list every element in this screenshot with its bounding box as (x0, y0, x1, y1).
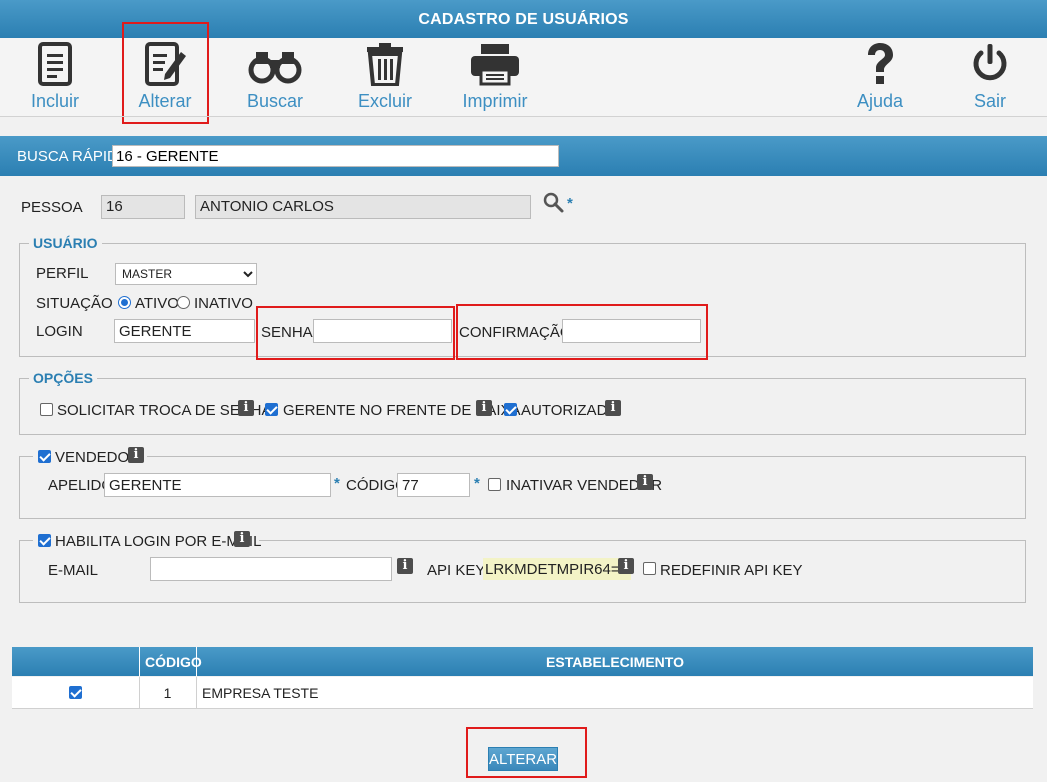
incluir-button[interactable]: Incluir (10, 38, 100, 116)
grid-header-estabelecimento[interactable]: ESTABELECIMENTO (197, 654, 1033, 670)
gerente-caixa-checkbox[interactable] (265, 403, 278, 416)
ajuda-label: Ajuda (856, 91, 904, 111)
opcoes-legend: OPÇÕES (29, 370, 97, 386)
info-icon[interactable]: i (238, 400, 254, 416)
imprimir-button[interactable]: Imprimir (450, 38, 540, 116)
excluir-button[interactable]: Excluir (340, 38, 430, 116)
inativar-vendedor-checkbox[interactable] (488, 478, 501, 491)
perfil-label: PERFIL (36, 265, 89, 282)
binoculars-icon (248, 52, 302, 84)
grid-header-codigo[interactable]: CÓDIGO (145, 654, 202, 670)
inativo-radio[interactable] (177, 296, 190, 309)
troca-senha-checkbox[interactable] (40, 403, 53, 416)
ajuda-button[interactable]: Ajuda (835, 38, 925, 116)
info-icon[interactable]: i (234, 531, 250, 547)
redefinir-apikey-label: REDEFINIR API KEY (660, 562, 803, 579)
pessoa-code-field: 16 (101, 195, 185, 219)
pessoa-label: PESSOA (21, 199, 83, 216)
help-icon (868, 43, 893, 84)
apikey-value: LRKMDETMPIR64=Z (483, 558, 631, 580)
info-icon[interactable]: i (618, 558, 634, 574)
info-icon[interactable]: i (637, 474, 653, 490)
row-divider (196, 677, 197, 709)
login-input[interactable] (114, 319, 255, 343)
autorizado-checkbox[interactable] (504, 403, 517, 416)
situacao-label: SITUAÇÃO (36, 295, 113, 312)
email-input[interactable] (150, 557, 392, 581)
row-codigo: 1 (163, 685, 172, 701)
email-label: E-MAIL (48, 562, 99, 579)
ativo-radio[interactable] (118, 296, 131, 309)
info-icon[interactable]: i (476, 400, 492, 416)
info-icon[interactable]: i (605, 400, 621, 416)
toolbar-divider (0, 116, 1047, 117)
highlight-confirmacao (456, 304, 708, 360)
inativo-label: INATIVO (194, 295, 253, 312)
pessoa-name-field: ANTONIO CARLOS (195, 195, 531, 219)
buscar-button[interactable]: Buscar (230, 38, 320, 116)
table-row[interactable]: 1 EMPRESA TESTE (12, 677, 1033, 709)
highlight-alterar-submit (466, 727, 587, 778)
row-select-checkbox[interactable] (69, 686, 82, 699)
email-login-checkbox[interactable] (38, 534, 51, 547)
imprimir-label: Imprimir (462, 91, 528, 111)
vendedor-legend: VENDEDOR i (33, 446, 147, 466)
vendedor-checkbox[interactable] (38, 450, 51, 463)
grid-header-divider (139, 647, 140, 676)
apelido-input[interactable] (104, 473, 331, 497)
email-legend: HABILITA LOGIN POR E-MAIL i (33, 530, 262, 550)
search-icon[interactable] (542, 192, 566, 214)
redefinir-apikey-checkbox[interactable] (643, 562, 656, 575)
buscar-label: Buscar (246, 91, 304, 111)
apikey-label: API KEY (427, 562, 486, 579)
email-legend-label: HABILITA LOGIN POR E-MAIL (55, 533, 262, 550)
quick-search-bar: BUSCA RÁPIDA (0, 136, 1047, 176)
ativo-label: ATIVO (135, 295, 179, 312)
highlight-senha (256, 306, 455, 360)
quick-search-input[interactable] (112, 145, 559, 167)
highlight-alterar-toolbar (122, 22, 209, 124)
info-icon[interactable]: i (128, 447, 144, 463)
pessoa-required-mark: * (567, 195, 573, 212)
grid-header: CÓDIGO ESTABELECIMENTO (12, 647, 1033, 676)
perfil-select[interactable]: MASTER (115, 263, 257, 285)
apelido-required-mark: * (334, 475, 340, 492)
sair-button[interactable]: Sair (945, 38, 1035, 116)
login-label: LOGIN (36, 323, 83, 340)
codigo-input[interactable] (397, 473, 470, 497)
power-icon (973, 44, 1007, 81)
usuario-legend: USUÁRIO (29, 235, 102, 251)
info-icon[interactable]: i (397, 558, 413, 574)
row-estabelecimento: EMPRESA TESTE (202, 685, 319, 701)
trash-icon (367, 43, 403, 86)
codigo-required-mark: * (474, 475, 480, 492)
incluir-label: Incluir (30, 91, 79, 111)
excluir-label: Excluir (357, 91, 412, 111)
printer-icon (471, 44, 519, 86)
document-icon (38, 42, 72, 86)
sair-label: Sair (973, 91, 1006, 111)
